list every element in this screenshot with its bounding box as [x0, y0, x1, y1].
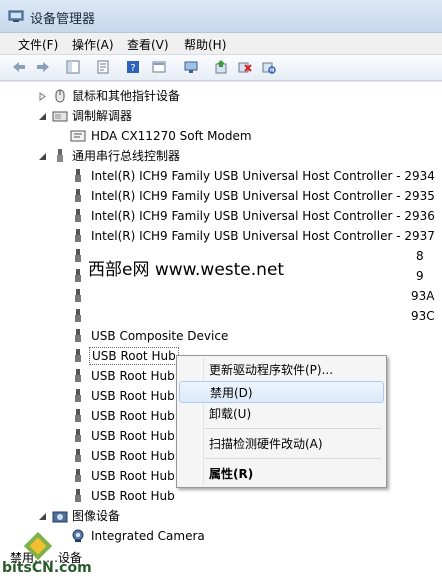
usb-device-item[interactable]: 93A — [0, 286, 442, 306]
tree-item-label: USB Root Hub — [91, 449, 175, 463]
watermark-text: 西部e网 www.weste.net — [88, 255, 285, 280]
tree-item-label: 通用串行总线控制器 — [72, 149, 181, 163]
tree-item-label-partial: 8 — [416, 249, 424, 263]
help-icon[interactable]: ? — [124, 58, 142, 76]
context-menu-uninstall[interactable]: 卸载(U) — [179, 403, 384, 425]
tree-item-label: Integrated Camera — [91, 529, 205, 543]
usb-plug-icon — [75, 429, 81, 442]
menu-action[interactable]: 操作(A) — [72, 36, 114, 53]
tree-item-label: 调制解调器 — [72, 109, 133, 123]
tree-item-label: USB Root Hub — [91, 489, 175, 503]
usb-device-item[interactable]: Intel(R) ICH9 Family USB Universal Host … — [0, 186, 442, 206]
context-menu-disable[interactable]: 禁用(D) — [179, 381, 384, 403]
view-icon[interactable] — [150, 58, 168, 76]
usb-plug-icon — [75, 269, 81, 282]
collapse-arrow-icon[interactable] — [38, 112, 47, 121]
usb-device-item[interactable]: Intel(R) ICH9 Family USB Universal Host … — [0, 166, 442, 186]
tree-item-label: Intel(R) ICH9 Family USB Universal Host … — [91, 169, 435, 183]
monitor-icon[interactable] — [182, 58, 200, 76]
svg-text:?: ? — [130, 63, 135, 74]
camera-icon — [52, 511, 68, 523]
tree-item-label: 鼠标和其他指针设备 — [72, 89, 181, 103]
tree-item-label: USB Root Hub — [91, 389, 175, 403]
usb-plug-icon — [75, 489, 81, 502]
usb-device-item[interactable]: 93C — [0, 306, 442, 326]
menu-separator — [205, 428, 381, 429]
tree-item-label: USB Root Hub — [91, 369, 175, 383]
collapse-arrow-icon[interactable] — [38, 512, 47, 521]
usb-plug-icon — [75, 469, 81, 482]
tree-item-label: USB Root Hub — [91, 469, 175, 483]
device-manager-icon — [8, 10, 24, 22]
usb-plug-icon — [75, 169, 81, 182]
usb-plug-icon — [75, 229, 81, 242]
menu-item-label: 禁用(D) — [210, 386, 253, 400]
usb-plug-icon — [75, 309, 81, 322]
usb-icon — [57, 149, 63, 162]
usb-plug-icon — [75, 449, 81, 462]
context-menu-update-driver[interactable]: 更新驱动程序软件(P)... — [179, 359, 384, 381]
menu-item-label: 扫描检测硬件改动(A) — [209, 437, 323, 451]
usb-plug-icon — [75, 349, 81, 362]
usb-plug-icon — [75, 409, 81, 422]
back-arrow-icon[interactable] — [10, 58, 28, 76]
tree-item-label: Intel(R) ICH9 Family USB Universal Host … — [91, 229, 435, 243]
tree-item-mice[interactable]: 鼠标和其他指针设备 — [0, 86, 442, 106]
tree-item-label: HDA CX11270 Soft Modem — [91, 129, 252, 143]
usb-plug-icon — [75, 289, 81, 302]
tree-item-modems[interactable]: 调制解调器 — [0, 106, 442, 126]
mouse-icon — [55, 89, 65, 103]
menu-separator — [205, 458, 381, 459]
context-menu-properties[interactable]: 属性(R) — [179, 463, 384, 485]
window-title: 设备管理器 — [30, 12, 96, 27]
tree-item-label: USB Composite Device — [91, 329, 229, 343]
device-tree: 鼠标和其他指针设备 调制解调器 HDA CX11270 Soft Modem 通… — [0, 81, 442, 583]
modem-device-icon — [70, 130, 86, 142]
forward-arrow-icon[interactable] — [34, 58, 52, 76]
menu-item-label: 更新驱动程序软件(P)... — [209, 363, 334, 377]
tree-item-usb-controllers[interactable]: 通用串行总线控制器 — [0, 146, 442, 166]
usb-device-item[interactable]: USB Composite Device — [0, 326, 442, 346]
tree-item-label: USB Root Hub — [91, 409, 175, 423]
context-menu-scan-hardware[interactable]: 扫描检测硬件改动(A) — [179, 433, 384, 455]
context-menu: 更新驱动程序软件(P)... 禁用(D) 卸载(U) 扫描检测硬件改动(A) 属… — [176, 355, 387, 488]
uninstall-icon[interactable] — [236, 58, 254, 76]
toolbar: ? — [0, 55, 442, 81]
tree-item-label: Intel(R) ICH9 Family USB Universal Host … — [91, 209, 435, 223]
tree-item-imaging-devices[interactable]: 图像设备 — [0, 506, 442, 526]
menu-view[interactable]: 查看(V) — [127, 36, 169, 53]
tree-item-label: 图像设备 — [72, 509, 121, 523]
expand-arrow-icon[interactable] — [38, 92, 47, 101]
tree-item-label-partial: 93C — [411, 309, 435, 323]
collapse-arrow-icon[interactable] — [38, 152, 47, 161]
usb-device-item[interactable]: USB Root Hub — [0, 486, 442, 506]
tree-item-label: Intel(R) ICH9 Family USB Universal Host … — [91, 189, 435, 203]
menu-item-label: 属性(R) — [209, 467, 254, 481]
title-bar: 设备管理器 — [0, 0, 442, 33]
tree-item-label-partial: 93A — [411, 289, 435, 303]
scan-hardware-icon[interactable] — [260, 58, 278, 76]
menu-item-label: 卸载(U) — [209, 407, 252, 421]
usb-plug-icon — [75, 209, 81, 222]
update-driver-icon[interactable] — [212, 58, 230, 76]
usb-device-item[interactable]: Intel(R) ICH9 Family USB Universal Host … — [0, 226, 442, 246]
tree-item-soft-modem[interactable]: HDA CX11270 Soft Modem — [0, 126, 442, 146]
console-tree-icon[interactable] — [64, 58, 82, 76]
usb-plug-icon — [75, 389, 81, 402]
usb-plug-icon — [75, 329, 81, 342]
menu-bar: 文件(F) 操作(A) 查看(V) 帮助(H) — [0, 33, 442, 55]
menu-help[interactable]: 帮助(H) — [184, 36, 226, 53]
tree-item-label-partial: 9 — [416, 269, 424, 283]
usb-device-item[interactable]: Intel(R) ICH9 Family USB Universal Host … — [0, 206, 442, 226]
tree-item-label: USB Root Hub — [91, 429, 175, 443]
logo-text: bitsCN.com — [2, 560, 92, 576]
properties-icon[interactable] — [94, 58, 112, 76]
modem-icon — [52, 111, 68, 122]
usb-plug-icon — [75, 189, 81, 202]
menu-file[interactable]: 文件(F) — [18, 36, 58, 53]
usb-plug-icon — [75, 249, 81, 262]
tree-item-label: USB Root Hub — [89, 347, 179, 365]
usb-plug-icon — [75, 369, 81, 382]
